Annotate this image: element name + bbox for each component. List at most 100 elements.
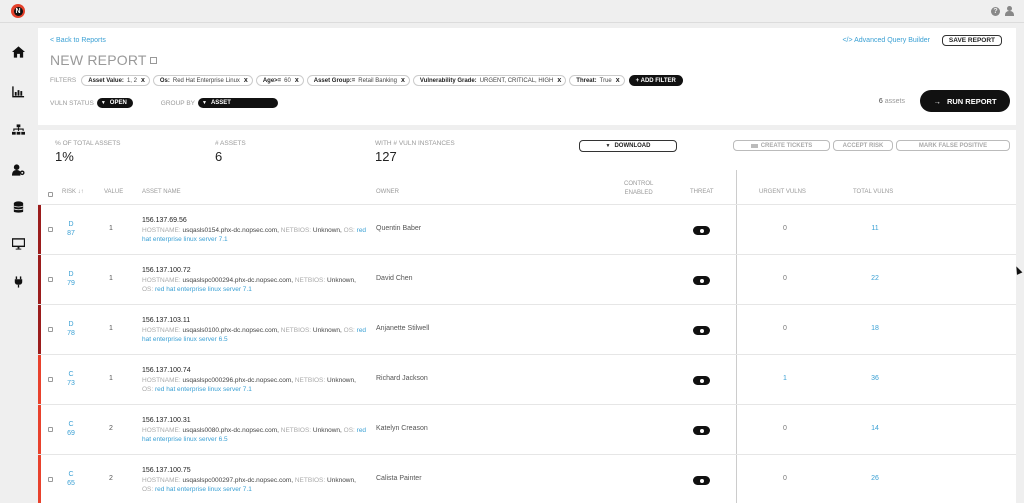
table-row[interactable]: C 65 2 156.137.100.75 HOSTNAME: usqaslspc000… <box>38 454 1016 503</box>
table-row[interactable]: D 79 1 156.137.100.72 HOSTNAME: usqaslspc000… <box>38 254 1016 305</box>
total-vulns-count[interactable]: 14 <box>867 425 883 432</box>
total-vulns-count[interactable]: 22 <box>867 275 883 282</box>
group-by-dropdown[interactable]: ▼ ASSET <box>198 98 278 108</box>
mark-false-positive-button[interactable]: MARK FALSE POSITIVE <box>896 140 1010 151</box>
column-header-owner[interactable]: OWNER <box>376 188 399 197</box>
asset-ip[interactable]: 156.137.100.74 <box>142 366 368 376</box>
question-circle-icon[interactable]: ? <box>991 6 1000 16</box>
arrow-right-icon: → <box>933 96 941 106</box>
remove-filter-icon[interactable]: x <box>557 77 561 84</box>
column-header-value[interactable]: VALUE <box>104 188 123 197</box>
remove-filter-icon[interactable]: x <box>295 77 299 84</box>
os-value[interactable]: red hat enterprise linux server 7.1 <box>155 386 252 393</box>
hostname-value: usqaslspc000294.phx-dc.nopsec.com, <box>182 276 294 284</box>
vuln-status-dropdown[interactable]: ▼ OPEN <box>96 98 133 108</box>
monitor-icon[interactable] <box>11 238 25 250</box>
column-header-total-vulns[interactable]: TOTAL VULNS <box>853 188 893 197</box>
total-vulns-count[interactable]: 11 <box>867 225 883 232</box>
filter-chip-os[interactable]: Os: Red Hat Enterprise Linux x <box>152 75 253 86</box>
row-checkbox[interactable] <box>48 427 53 432</box>
download-button[interactable]: ▼ DOWNLOAD <box>579 140 677 152</box>
row-checkbox[interactable] <box>48 477 53 482</box>
asset-ip[interactable]: 156.137.100.31 <box>142 416 368 426</box>
total-vulns-count[interactable]: 36 <box>867 375 883 382</box>
filter-chip-threat[interactable]: Threat: True x <box>569 75 625 86</box>
filter-chip-asset-group[interactable]: Asset Group:= Retail Banking x <box>306 75 410 86</box>
filter-chip-asset-value[interactable]: Asset Value: 1, 2 x <box>81 75 150 86</box>
row-checkbox[interactable] <box>48 277 53 282</box>
risk-score[interactable]: C 65 <box>62 470 80 488</box>
asset-ip[interactable]: 156.137.103.11 <box>142 316 368 326</box>
table-row[interactable]: C 69 2 156.137.100.31 HOSTNAME: usqasls0080.… <box>38 404 1016 455</box>
user-icon[interactable] <box>1005 6 1014 16</box>
remove-filter-icon[interactable]: x <box>401 77 405 84</box>
column-header-asset-name[interactable]: ASSET NAME <box>142 188 181 197</box>
risk-score[interactable]: D 87 <box>62 220 80 238</box>
total-vulns-count[interactable]: 18 <box>867 325 883 332</box>
risk-grade: D <box>68 271 74 278</box>
save-report-button[interactable]: SAVE REPORT <box>941 35 1002 46</box>
risk-score[interactable]: D 78 <box>62 320 80 338</box>
risk-score[interactable]: D 79 <box>62 270 80 288</box>
netbios-label: NETBIOS: <box>294 476 326 484</box>
risk-score-value: 78 <box>67 330 75 337</box>
row-checkbox[interactable] <box>48 327 53 332</box>
row-checkbox[interactable] <box>48 377 53 382</box>
column-header-control-enabled[interactable]: CONTROL ENABLED <box>624 180 653 198</box>
filter-chip-vulnerability-grade[interactable]: Vulnerability Grade: URGENT, CRITICAL, HI… <box>412 75 567 86</box>
asset-ip[interactable]: 156.137.69.56 <box>142 216 368 226</box>
hostname-label: HOSTNAME: <box>142 426 181 434</box>
run-report-button[interactable]: → RUN REPORT <box>920 90 1010 112</box>
table-row[interactable]: D 87 1 156.137.69.56 HOSTNAME: usqasls0154.p… <box>38 204 1016 255</box>
urgent-vulns-count[interactable]: 1 <box>780 375 790 382</box>
risk-score-value: 87 <box>67 230 75 237</box>
table-row[interactable]: D 78 1 156.137.103.11 HOSTNAME: usqasls0100.… <box>38 304 1016 355</box>
stat-label: % OF TOTAL ASSETS <box>55 140 121 147</box>
caret-down-icon: ▼ <box>605 143 611 149</box>
advanced-query-builder-link[interactable]: </> Advanced Query Builder <box>842 37 930 44</box>
back-to-reports-link[interactable]: < Back to Reports <box>50 37 106 44</box>
risk-score[interactable]: C 69 <box>62 420 80 438</box>
os-value[interactable]: red hat enterprise linux server 7.1 <box>155 486 252 493</box>
remove-filter-icon[interactable]: x <box>141 77 145 84</box>
select-all-checkbox[interactable] <box>48 192 53 197</box>
add-filter-button[interactable]: + ADD FILTER <box>628 75 683 86</box>
run-report-label: RUN REPORT <box>946 96 997 106</box>
hostname-label: HOSTNAME: <box>142 276 181 284</box>
asset-name-cell: 156.137.103.11 HOSTNAME: usqasls0100.phx-… <box>142 316 368 345</box>
remove-filter-icon[interactable]: x <box>244 77 248 84</box>
risk-grade-stripe <box>38 355 41 405</box>
bar-chart-icon[interactable] <box>11 86 25 98</box>
accept-risk-button[interactable]: ACCEPT RISK <box>833 140 893 151</box>
database-icon[interactable] <box>11 201 25 213</box>
app-logo[interactable]: N <box>11 4 25 18</box>
risk-grade: D <box>68 221 74 228</box>
column-header-threat[interactable]: THREAT <box>690 188 714 197</box>
caret-down-icon: ▼ <box>202 100 207 106</box>
filters-row: FILTERS Asset Value: 1, 2 x Os: Red Hat Ent… <box>50 75 683 86</box>
filters-label: FILTERS <box>50 77 77 84</box>
asset-ip[interactable]: 156.137.100.75 <box>142 466 368 476</box>
owner: Anjanette Stilwell <box>376 325 430 332</box>
column-header-risk[interactable]: RISK ↓↑ <box>62 188 84 197</box>
remove-filter-icon[interactable]: x <box>616 77 620 84</box>
os-value[interactable]: red hat enterprise linux server 7.1 <box>155 286 252 293</box>
create-tickets-button[interactable]: CREATE TICKETS <box>733 140 830 151</box>
os-label: OS: <box>343 326 355 334</box>
user-gear-icon[interactable] <box>11 164 25 176</box>
plug-icon[interactable] <box>11 276 25 288</box>
edit-icon[interactable] <box>149 57 157 64</box>
risk-grade: D <box>68 321 74 328</box>
asset-ip[interactable]: 156.137.100.72 <box>142 266 368 276</box>
sitemap-icon[interactable] <box>11 124 25 136</box>
table-row[interactable]: C 73 1 156.137.100.74 HOSTNAME: usqaslspc000… <box>38 354 1016 405</box>
risk-score[interactable]: C 73 <box>62 370 80 388</box>
filter-chip-age[interactable]: Age>= 60 x <box>255 75 304 86</box>
total-vulns-count[interactable]: 26 <box>867 475 883 482</box>
column-header-urgent-vulns[interactable]: URGENT VULNS <box>759 188 806 197</box>
chip-key: Asset Value: <box>88 77 124 84</box>
home-icon[interactable] <box>11 46 25 58</box>
asset-value: 1 <box>109 325 113 332</box>
chip-value: URGENT, CRITICAL, HIGH <box>479 77 554 84</box>
row-checkbox[interactable] <box>48 227 53 232</box>
